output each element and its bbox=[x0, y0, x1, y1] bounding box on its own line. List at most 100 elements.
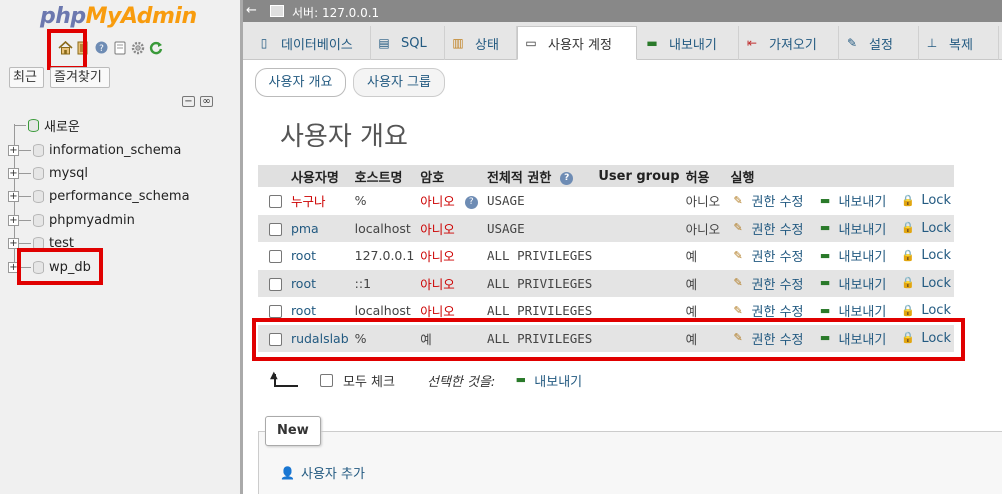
export-link[interactable]: ▬ 내보내기 bbox=[818, 274, 887, 293]
export-link[interactable]: ▬ 내보내기 bbox=[818, 191, 887, 211]
tab-databases[interactable]: ▯ 데이터베이스 bbox=[251, 26, 371, 60]
table-row: root 127.0.0.1 아니오 ALL PRIVILEGES 예 ✎ 권한 … bbox=[258, 242, 954, 270]
tree-item-performance-schema[interactable]: + performance_schema bbox=[8, 186, 190, 206]
tree-item-information-schema[interactable]: + information_schema bbox=[8, 140, 181, 160]
user-accounts-icon: ▭ bbox=[525, 36, 537, 50]
edit-privileges-link[interactable]: ✎ 권한 수정 bbox=[731, 274, 803, 293]
password: 아니오 bbox=[417, 269, 484, 297]
help-icon[interactable]: ? bbox=[464, 196, 478, 210]
tab-sql[interactable]: ▤ SQL bbox=[371, 26, 445, 60]
expand-icon[interactable]: + bbox=[8, 144, 19, 156]
table-header-row: 사용자명 호스트명 암호 전체적 권한? User group 허용 실행 bbox=[258, 165, 954, 187]
col-user-group[interactable]: User group bbox=[595, 165, 683, 187]
tab-status[interactable]: ▥ 상태 bbox=[445, 26, 517, 60]
tab-settings[interactable]: ✎ 설정 bbox=[839, 26, 919, 60]
export-icon: ▬ bbox=[646, 36, 658, 50]
documentation-icon[interactable] bbox=[112, 40, 127, 55]
row-checkbox[interactable] bbox=[269, 250, 282, 264]
subtab-user-groups[interactable]: 사용자 그룹 bbox=[353, 68, 445, 97]
bulk-export-link[interactable]: ▬ 내보내기 bbox=[513, 371, 583, 390]
arrow-up-left-icon: ▲ bbox=[270, 370, 300, 388]
actions: ✎ 권한 수정 ▬ 내보내기 🔒 Lock bbox=[727, 242, 954, 270]
database-icon bbox=[33, 189, 44, 203]
export-link[interactable]: ▬ 내보내기 bbox=[818, 246, 887, 266]
server-breadcrumb-bar: ← 서버: 127.0.0.1 bbox=[243, 0, 1002, 22]
tab-export[interactable]: ▬ 내보내기 bbox=[639, 26, 739, 60]
user-name: pma bbox=[287, 214, 352, 242]
expand-icon[interactable]: + bbox=[8, 237, 19, 249]
user-name: 누구나 bbox=[287, 187, 352, 215]
favorites-button[interactable]: 즐겨찾기 bbox=[50, 67, 110, 88]
edit-privileges-link[interactable]: ✎ 권한 수정 bbox=[731, 191, 803, 211]
expand-icon[interactable]: + bbox=[8, 167, 19, 179]
back-arrow-icon[interactable]: ← bbox=[246, 3, 260, 18]
collapse-all-icon[interactable]: − bbox=[182, 96, 195, 107]
settings-gear-icon[interactable] bbox=[130, 40, 145, 55]
expand-icon[interactable]: + bbox=[8, 190, 19, 202]
lock-link[interactable]: 🔒 Lock bbox=[900, 221, 951, 236]
table-row: root ::1 아니오 ALL PRIVILEGES 예 ✎ 권한 수정 ▬ 내보… bbox=[258, 269, 954, 297]
col-grant[interactable]: 허용 bbox=[682, 165, 728, 187]
row-checkbox[interactable] bbox=[269, 195, 282, 209]
col-password[interactable]: 암호 bbox=[417, 165, 484, 187]
row-checkbox[interactable] bbox=[269, 277, 282, 291]
tab-import[interactable]: ⇤ 가져오기 bbox=[739, 26, 839, 60]
export-link[interactable]: ▬ 내보내기 bbox=[818, 219, 887, 238]
import-icon: ⇤ bbox=[746, 36, 758, 50]
edit-privileges-icon: ✎ bbox=[733, 276, 743, 290]
tree-controls: − ∞ bbox=[182, 96, 213, 107]
new-database-icon bbox=[28, 118, 39, 132]
tab-user-accounts[interactable]: ▭ 사용자 계정 bbox=[517, 26, 637, 60]
tree-item-phpmyadmin[interactable]: + phpmyadmin bbox=[8, 210, 135, 230]
lock-link[interactable]: 🔒 Lock bbox=[900, 276, 951, 291]
global-privileges: ALL PRIVILEGES bbox=[483, 269, 596, 297]
row-checkbox[interactable] bbox=[269, 305, 282, 319]
reload-icon[interactable] bbox=[148, 40, 163, 55]
host-name: 127.0.0.1 bbox=[351, 242, 418, 270]
database-icon: ▯ bbox=[260, 36, 268, 50]
export-icon: ▬ bbox=[819, 248, 831, 262]
rudalslab-row-highlight-box bbox=[252, 318, 965, 361]
lock-link[interactable]: 🔒 Lock bbox=[900, 303, 951, 318]
col-user-name[interactable]: 사용자명 bbox=[287, 165, 352, 187]
help-icon[interactable]: ? bbox=[560, 171, 574, 185]
database-icon bbox=[33, 213, 44, 227]
edit-privileges-link[interactable]: ✎ 권한 수정 bbox=[731, 219, 803, 238]
expand-icon[interactable]: + bbox=[8, 214, 19, 226]
add-user-link[interactable]: 👤 사용자 추가 bbox=[280, 463, 365, 483]
tree-item-new[interactable]: 새로운 bbox=[14, 115, 80, 135]
row-checkbox[interactable] bbox=[269, 222, 282, 236]
subtab-user-overview[interactable]: 사용자 개요 bbox=[255, 68, 346, 97]
settings-icon: ✎ bbox=[846, 36, 858, 50]
help-icon[interactable]: ? bbox=[94, 40, 109, 55]
navigation-panel: phpMyAdmin ? 최근 즐겨찾기 − ∞ 새로운 + informati… bbox=[0, 0, 240, 494]
col-action: 실행 bbox=[727, 165, 954, 187]
database-icon bbox=[33, 143, 44, 157]
tree-item-mysql[interactable]: + mysql bbox=[8, 163, 88, 183]
server-breadcrumb[interactable]: 서버: 127.0.0.1 bbox=[292, 4, 379, 21]
user-group bbox=[595, 214, 683, 242]
svg-text:?: ? bbox=[99, 44, 104, 54]
edit-privileges-icon: ✎ bbox=[733, 303, 743, 317]
export-icon: ▬ bbox=[819, 221, 831, 235]
global-privileges: ALL PRIVILEGES bbox=[483, 242, 596, 270]
export-icon: ▬ bbox=[819, 303, 831, 317]
link-with-main-icon[interactable]: ∞ bbox=[200, 96, 213, 107]
recent-button[interactable]: 최근 bbox=[9, 67, 44, 88]
user-group bbox=[595, 269, 683, 297]
host-name: localhost bbox=[351, 214, 418, 242]
grant: 예 bbox=[682, 242, 728, 270]
lock-link[interactable]: 🔒 Lock bbox=[900, 193, 951, 208]
phpmyadmin-logo[interactable]: phpMyAdmin bbox=[40, 4, 197, 29]
export-icon: ▬ bbox=[819, 193, 831, 207]
grant: 아니오 bbox=[682, 187, 728, 215]
check-all-checkbox[interactable] bbox=[320, 373, 333, 387]
col-global-privileges[interactable]: 전체적 권한? bbox=[483, 165, 596, 187]
col-host-name[interactable]: 호스트명 bbox=[351, 165, 418, 187]
edit-privileges-link[interactable]: ✎ 권한 수정 bbox=[731, 246, 803, 266]
lock-link[interactable]: 🔒 Lock bbox=[900, 248, 951, 263]
table-row: 누구나 % 아니오? USAGE 아니오 ✎ 권한 수정 ▬ 내보내기 🔒 Lock bbox=[258, 187, 954, 215]
replication-icon: ⊥ bbox=[926, 36, 938, 50]
tab-replication[interactable]: ⊥ 복제 bbox=[919, 26, 999, 60]
check-all-label[interactable]: 모두 체크 bbox=[343, 371, 395, 390]
